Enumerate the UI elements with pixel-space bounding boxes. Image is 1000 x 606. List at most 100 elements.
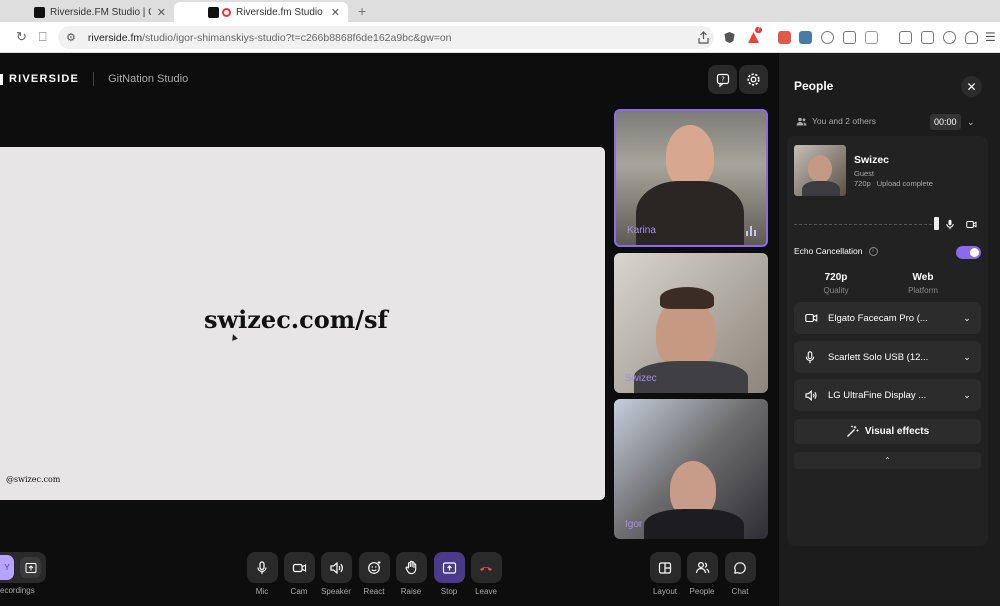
riverside-logo-icon	[0, 73, 3, 85]
close-icon: ✕	[966, 79, 977, 94]
chevron-down-icon: ⌄	[963, 312, 971, 323]
participant-tile[interactable]: Swizec	[614, 253, 768, 393]
studio-app: RIVERSIDE GitNation Studio ? swizec.com/…	[0, 53, 1000, 606]
browser-tab[interactable]: Riverside.FM Studio | GitNation St ✕	[0, 2, 174, 22]
participant-name: Igor	[625, 519, 643, 530]
divider	[93, 72, 95, 86]
close-icon[interactable]: ✕	[157, 6, 166, 19]
help-chat-icon: ?	[716, 73, 729, 87]
control-bar: Y ecordings Mic Cam Speaker React Raise	[0, 546, 780, 606]
participant-mic-button[interactable]	[941, 215, 959, 233]
settings-button[interactable]	[739, 65, 768, 94]
extension-icon[interactable]	[865, 31, 878, 44]
menu-icon[interactable]: ☰	[985, 30, 996, 44]
extension-icon[interactable]	[778, 31, 791, 44]
chat-label: Chat	[731, 587, 749, 596]
mic-label: Mic	[255, 587, 269, 596]
phone-hangup-icon	[480, 566, 492, 571]
device-name: LG UltraFine Display ...	[828, 389, 927, 401]
slide-text: swizec.com/sf	[204, 305, 388, 334]
chevron-down-icon[interactable]: ⌄	[967, 117, 975, 128]
participant-face	[666, 125, 714, 187]
chevron-up-icon: ⌃	[884, 456, 891, 465]
browser-tab-active[interactable]: Riverside.fm Studio | GitNat ✕	[174, 2, 348, 22]
new-tab-icon[interactable]: +	[358, 3, 366, 22]
participant-card: Swizec Guest 720p Upload complete Echo Ca…	[787, 136, 988, 546]
recording-indicator-icon	[222, 7, 231, 17]
vpn-icon[interactable]	[943, 31, 956, 44]
upload-icon	[25, 562, 36, 573]
recordings-button[interactable]	[20, 557, 41, 578]
shield-icon[interactable]	[965, 31, 978, 44]
brave-shield-icon[interactable]	[723, 31, 736, 44]
session-timer[interactable]: 00:00	[930, 114, 961, 130]
close-panel-button[interactable]: ✕	[961, 76, 982, 97]
echo-cancellation-toggle[interactable]	[956, 246, 981, 259]
stat-label: Platform	[908, 286, 938, 295]
echo-label: Echo Cancellation	[794, 246, 863, 256]
echo-cancellation-row: Echo Cancellation i	[794, 246, 878, 256]
leave-button[interactable]: Leave	[464, 552, 508, 596]
volume-slider-track[interactable]	[794, 224, 932, 226]
wallet-icon[interactable]	[921, 31, 934, 44]
device-name: Elgato Facecam Pro (...	[828, 312, 928, 324]
participant-name: Swizec	[854, 154, 890, 166]
volume-slider-handle[interactable]	[934, 217, 939, 230]
extension-icon[interactable]	[821, 31, 834, 44]
people-icon	[796, 117, 807, 125]
address-bar[interactable]: ⚙ riverside.fm/studio/igor-shimanskiys-s…	[58, 26, 714, 49]
puzzle-icon[interactable]	[843, 31, 856, 44]
participant-tile[interactable]: Karina	[614, 109, 768, 247]
raise-label: Raise	[400, 587, 422, 596]
chevron-down-icon: ⌄	[963, 389, 971, 400]
browser-toolbar: ↻ ⎕ ⚙ riverside.fm/studio/igor-shimanski…	[0, 22, 1000, 53]
panel-title: People	[794, 79, 834, 93]
device-name: Scarlett Solo USB (12...	[828, 351, 929, 363]
visual-effects-button[interactable]: Visual effects	[794, 419, 981, 444]
camera-icon	[292, 563, 306, 572]
participant-name: Karina	[627, 225, 656, 236]
hand-icon	[405, 560, 416, 575]
participant-body	[644, 509, 744, 539]
participant-cam-button[interactable]	[962, 215, 980, 233]
audio-level-icon	[746, 226, 756, 236]
people-icon	[695, 561, 709, 574]
cam-label: Cam	[290, 587, 308, 596]
camera-device-select[interactable]: Elgato Facecam Pro (... ⌄	[794, 302, 981, 334]
participants-summary: You and 2 others	[796, 116, 876, 126]
record-status-icon[interactable]: Y	[0, 555, 14, 580]
participant-tile[interactable]: Igor	[614, 399, 768, 539]
layout-icon	[658, 561, 672, 574]
riverside-favicon-icon	[34, 6, 45, 18]
share-stop-icon	[442, 561, 456, 574]
brand: RIVERSIDE GitNation Studio	[0, 72, 188, 86]
upload-status: Upload complete	[876, 179, 933, 188]
extension-icon[interactable]	[799, 31, 812, 44]
participant-name: Swizec	[625, 373, 657, 384]
close-icon[interactable]: ✕	[331, 6, 340, 19]
feedback-button[interactable]: ?	[708, 65, 737, 94]
mic-icon	[257, 560, 267, 574]
microphone-device-select[interactable]: Scarlett Solo USB (12... ⌄	[794, 341, 981, 373]
url-host: riverside.fm	[87, 31, 143, 44]
camera-icon	[965, 220, 976, 228]
notification-badge: 7	[755, 27, 763, 33]
reload-icon[interactable]: ↻	[16, 29, 27, 45]
participant-thumbnail	[794, 145, 846, 196]
bookmark-icon[interactable]: ⎕	[39, 29, 47, 45]
people-label: People	[689, 587, 715, 596]
site-settings-icon[interactable]: ⚙	[66, 31, 76, 44]
info-icon[interactable]: i	[868, 246, 878, 256]
recordings-label: ecordings	[0, 586, 35, 595]
quality-stat: 720p Quality	[796, 272, 876, 295]
stat-label: Quality	[823, 286, 849, 295]
chat-icon	[734, 561, 746, 574]
share-icon[interactable]	[697, 31, 710, 44]
collapse-button[interactable]: ⌃	[794, 452, 981, 469]
speaker-icon	[805, 389, 817, 401]
speaker-device-select[interactable]: LG UltraFine Display ... ⌄	[794, 379, 981, 411]
chat-button[interactable]: Chat	[718, 552, 762, 596]
sidebar-icon[interactable]	[899, 31, 912, 44]
mic-icon	[805, 350, 815, 363]
mouse-cursor-icon	[230, 333, 238, 341]
